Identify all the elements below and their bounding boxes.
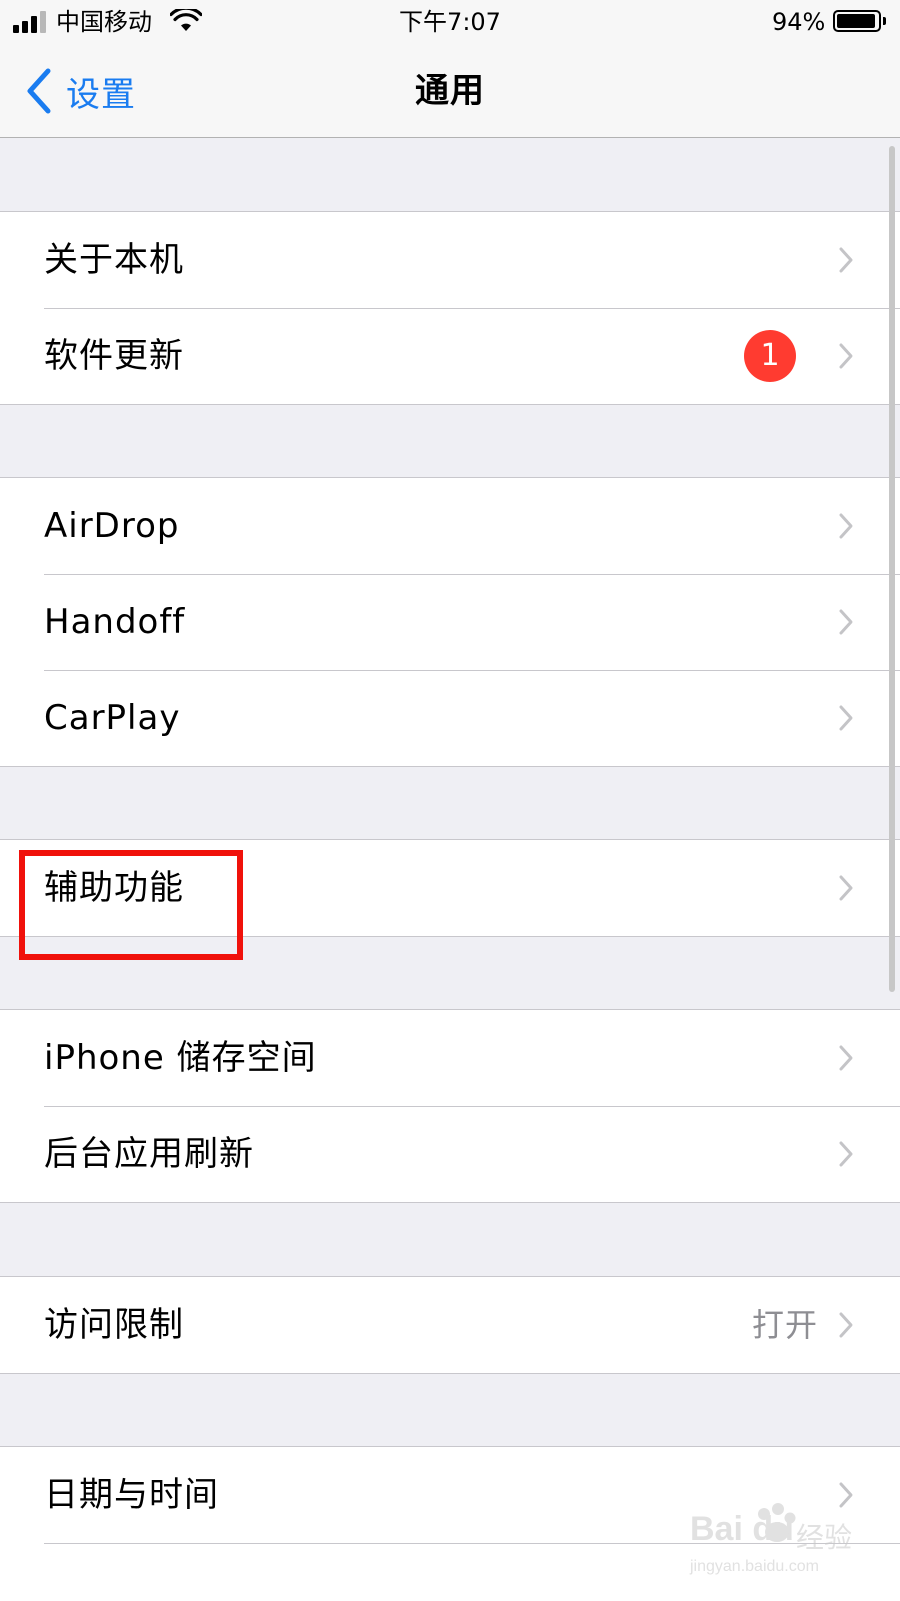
chevron-right-icon bbox=[839, 875, 853, 901]
settings-group-connectivity: AirDrop Handoff CarPlay bbox=[0, 477, 900, 767]
row-software-update[interactable]: 软件更新 1 bbox=[0, 308, 900, 404]
chevron-right-icon bbox=[839, 705, 853, 731]
chevron-right-icon bbox=[839, 343, 853, 369]
battery-level-fill bbox=[837, 14, 875, 28]
watermark-url: jingyan.baidu.com bbox=[690, 1558, 819, 1575]
status-time: 下午7:07 bbox=[399, 8, 501, 36]
row-restrictions[interactable]: 访问限制 打开 bbox=[0, 1277, 900, 1373]
row-airdrop[interactable]: AirDrop bbox=[0, 478, 900, 574]
row-label: 关于本机 bbox=[44, 240, 184, 280]
battery-tip bbox=[883, 17, 886, 25]
row-iphone-storage[interactable]: iPhone 储存空间 bbox=[0, 1010, 900, 1106]
paw-icon bbox=[758, 1503, 796, 1542]
chevron-right-icon bbox=[839, 247, 853, 273]
settings-group-accessibility: 辅助功能 bbox=[0, 839, 900, 937]
row-label: CarPlay bbox=[44, 698, 181, 738]
row-label: 软件更新 bbox=[44, 336, 184, 376]
page-title: 通用 bbox=[415, 71, 485, 111]
row-about[interactable]: 关于本机 bbox=[0, 212, 900, 308]
row-label: Handoff bbox=[44, 602, 186, 642]
row-label: 后台应用刷新 bbox=[44, 1134, 254, 1174]
row-label: iPhone 储存空间 bbox=[44, 1038, 317, 1078]
chevron-right-icon bbox=[839, 1141, 853, 1167]
restrictions-status-value: 打开 bbox=[751, 1306, 818, 1344]
row-label: 辅助功能 bbox=[44, 868, 184, 908]
settings-group-storage: iPhone 储存空间 后台应用刷新 bbox=[0, 1009, 900, 1203]
chevron-right-icon bbox=[839, 1312, 853, 1338]
row-label: AirDrop bbox=[44, 506, 180, 546]
row-background-app-refresh[interactable]: 后台应用刷新 bbox=[0, 1106, 900, 1202]
watermark-text: 经验 bbox=[796, 1521, 853, 1554]
settings-group-about: 关于本机 软件更新 1 bbox=[0, 211, 900, 405]
row-accessibility[interactable]: 辅助功能 bbox=[0, 840, 900, 936]
row-label: 日期与时间 bbox=[44, 1475, 219, 1515]
row-handoff[interactable]: Handoff bbox=[0, 574, 900, 670]
watermark: Bai du 经验 jingyan.baidu.com bbox=[686, 1500, 866, 1590]
chevron-right-icon bbox=[839, 609, 853, 635]
chevron-right-icon bbox=[839, 1045, 853, 1071]
update-count-badge: 1 bbox=[744, 330, 796, 382]
navigation-bar: 设置 通用 bbox=[0, 46, 900, 138]
chevron-right-icon bbox=[839, 513, 853, 539]
settings-group-restrictions: 访问限制 打开 bbox=[0, 1276, 900, 1374]
row-carplay[interactable]: CarPlay bbox=[0, 670, 900, 766]
battery-percent: 94% bbox=[772, 8, 826, 36]
scrollbar[interactable] bbox=[889, 146, 895, 992]
row-label: 访问限制 bbox=[44, 1305, 184, 1345]
battery-icon bbox=[833, 10, 881, 32]
status-bar: 中国移动 下午7:07 94% bbox=[0, 0, 900, 46]
